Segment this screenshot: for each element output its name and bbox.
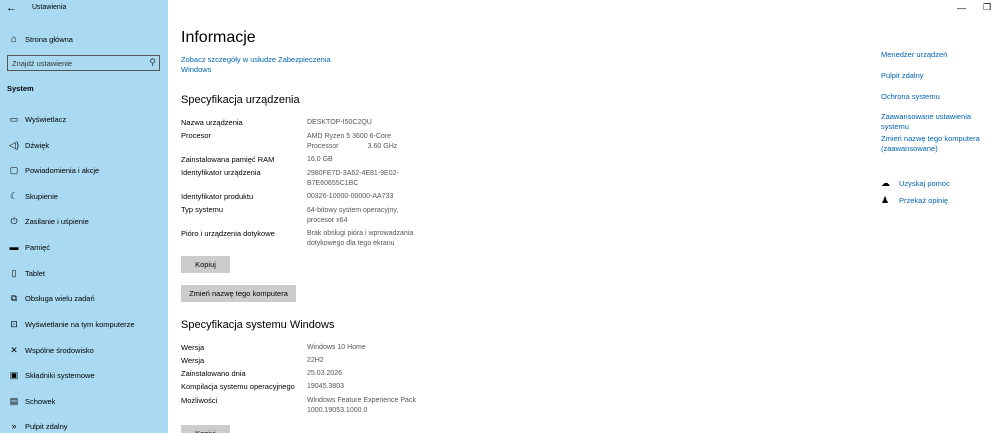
- spec-value: 2980FE7D-3A62-4E81-9E02- B7E60655C1BC: [307, 170, 399, 187]
- spec-value: Windows 10 Home: [307, 344, 366, 351]
- sidebar-item-label: Obsługa wielu zadań: [25, 293, 95, 303]
- sidebar-item-label: Tablet: [25, 268, 46, 278]
- sidebar-item-wyswietlanie[interactable]: ⊡ Wyświetlanie na tym komputerze: [8, 317, 135, 331]
- related-link-remote-desktop[interactable]: Pulpit zdalny: [881, 71, 924, 81]
- sidebar-item-wyswietlacz[interactable]: ▭ Wyświetlacz: [8, 112, 66, 126]
- sidebar-item-pulpit-zdalny[interactable]: » Pulpit zdalny: [8, 419, 68, 433]
- sidebar-item-label: Wspólne środowisko: [25, 345, 94, 355]
- feedback-link[interactable]: ♟ Przekaż opinię: [881, 194, 948, 206]
- sidebar-item-label: Wyświetlacz: [25, 114, 67, 124]
- security-link-line2: Windows: [181, 65, 212, 74]
- sidebar-item-label: Pamięć: [25, 242, 51, 252]
- sidebar-item-label: Powiadomienia i akcje: [25, 165, 100, 175]
- search-box[interactable]: ⚲: [7, 55, 160, 71]
- search-input[interactable]: [12, 58, 142, 68]
- sidebar-item-powiadomienia[interactable]: ▢ Powiadomienia i akcje: [8, 163, 99, 177]
- display-icon: ▭: [9, 113, 19, 124]
- sidebar-item-label: Zasilanie i uśpienie: [25, 216, 89, 226]
- spec-value: 16,0 GB: [307, 156, 333, 163]
- copy-device-specs-button[interactable]: Kopiuj: [181, 256, 230, 273]
- storage-icon: ▬: [9, 242, 19, 252]
- title-bar: ← Ustawienia — ❐: [0, 0, 1000, 18]
- sidebar-item-tablet[interactable]: ▯ Tablet: [8, 266, 46, 280]
- shared-experiences-icon: ✕: [10, 344, 18, 355]
- spec-label: Możliwości: [181, 396, 218, 405]
- clipboard-icon: ▤: [9, 395, 19, 406]
- sidebar-item-dzwiek[interactable]: ◁) Dźwięk: [8, 138, 49, 152]
- spec-label: Identyfikator produktu: [181, 192, 254, 201]
- spec-label: Kompilacja systemu operacyjnego: [181, 382, 295, 391]
- sidebar-item-skladniki[interactable]: ▣ Składniki systemowe: [8, 368, 95, 382]
- device-specs-heading: Specyfikacja urządzenia: [181, 94, 300, 106]
- sidebar-item-label: Składniki systemowe: [25, 370, 95, 380]
- sidebar-item-label: Pulpit zdalny: [25, 421, 68, 431]
- sidebar-item-label: Schowek: [25, 396, 56, 406]
- feedback-icon: ♟: [881, 194, 890, 205]
- remote-desktop-icon: »: [11, 421, 17, 431]
- spec-value: DESKTOP-I50C2QU: [307, 119, 372, 126]
- security-link-line1: Zobacz szczegóły w usłudze Zabezpieczeni…: [181, 55, 331, 64]
- notifications-icon: ▢: [9, 164, 19, 175]
- spec-value: 19045.3803: [307, 383, 344, 390]
- related-link-advanced-settings[interactable]: Zaawansowane ustawienia systemu: [881, 112, 1000, 132]
- related-link-rename-advanced[interactable]: Zmień nazwę tego komputera (zaawansowane): [881, 134, 980, 154]
- spec-value: 25.03.2026: [307, 370, 343, 377]
- sidebar-item-label: Skupienie: [25, 191, 58, 201]
- spec-label: Pióro i urządzenia dotykowe: [181, 229, 275, 238]
- get-help-label: Uzyskaj pomoc: [899, 178, 950, 188]
- related-link-device-manager[interactable]: Menedżer urządzeń: [881, 50, 947, 60]
- security-details-link[interactable]: Zobacz szczegóły w usłudze Zabezpieczeni…: [181, 55, 341, 75]
- power-icon: ⏻: [10, 215, 18, 226]
- spec-label: Nazwa urządzenia: [181, 118, 243, 127]
- copy-windows-specs-button[interactable]: Kopiuj: [181, 425, 230, 433]
- rename-pc-button[interactable]: Zmień nazwę tego komputera: [181, 285, 296, 302]
- spec-value: Windows Feature Experience Pack 1000.1905…: [307, 397, 416, 414]
- sidebar-section-title: System: [7, 84, 34, 93]
- related-link-system-protection[interactable]: Ochrona systemu: [881, 92, 940, 102]
- projecting-icon: ⊡: [10, 318, 18, 329]
- spec-label: Zainstalowano dnia: [181, 369, 246, 378]
- help-chat-icon: ☁: [881, 177, 890, 188]
- sidebar-item-label: Wyświetlanie na tym komputerze: [25, 319, 135, 329]
- spec-value: AMD Ryzen 5 3600 6-Core Processor 3.60 GH…: [307, 133, 398, 150]
- system-components-icon: ▣: [9, 369, 19, 380]
- search-icon[interactable]: ⚲: [149, 57, 156, 68]
- sidebar-item-label: Dźwięk: [25, 140, 50, 150]
- spec-value: 22H2: [307, 357, 324, 364]
- sound-icon: ◁): [9, 139, 19, 150]
- feedback-label: Przekaż opinię: [899, 195, 949, 205]
- spec-value: 64-bitowy system operacyjny, procesor x64: [307, 207, 399, 224]
- restore-icon[interactable]: ❐: [983, 2, 991, 13]
- back-arrow-icon[interactable]: ←: [6, 2, 17, 14]
- multitasking-icon: ⧉: [10, 292, 18, 303]
- home-icon: ⌂: [10, 33, 18, 45]
- sidebar-item-skupienie[interactable]: ☾ Skupienie: [8, 189, 58, 203]
- spec-label: Typ systemu: [181, 205, 224, 214]
- minimize-icon[interactable]: —: [957, 3, 966, 13]
- window-title: Ustawienia: [32, 4, 67, 11]
- spec-label: Wersja: [181, 356, 205, 365]
- sidebar-item-pamiec[interactable]: ▬ Pamięć: [8, 240, 51, 254]
- sidebar-home-label: Strona główna: [25, 34, 73, 44]
- get-help-link[interactable]: ☁ Uzyskaj pomoc: [881, 177, 950, 189]
- page-title: Informacje: [181, 29, 256, 46]
- spec-label: Wersja: [181, 343, 205, 352]
- sidebar-item-zasilanie[interactable]: ⏻ Zasilanie i uśpienie: [8, 214, 89, 228]
- spec-value: 00326-10000-00000-AA733: [307, 193, 394, 200]
- focus-icon: ☾: [9, 190, 19, 201]
- spec-label: Procesor: [181, 131, 212, 140]
- tablet-icon: ▯: [11, 267, 17, 278]
- sidebar-item-schowek[interactable]: ▤ Schowek: [8, 394, 56, 408]
- spec-value: Brak obsługi pióra i wprowadzania dotykow…: [307, 230, 414, 247]
- spec-label: Identyfikator urządzenia: [181, 168, 261, 177]
- sidebar-home[interactable]: ⌂ Strona główna: [8, 33, 73, 45]
- spec-label: Zainstalowana pamięć RAM: [181, 155, 275, 164]
- windows-specs-heading: Specyfikacja systemu Windows: [181, 319, 335, 331]
- sidebar-item-wiele-zadan[interactable]: ⧉ Obsługa wielu zadań: [8, 291, 95, 305]
- sidebar-item-wspolne[interactable]: ✕ Wspólne środowisko: [8, 343, 94, 357]
